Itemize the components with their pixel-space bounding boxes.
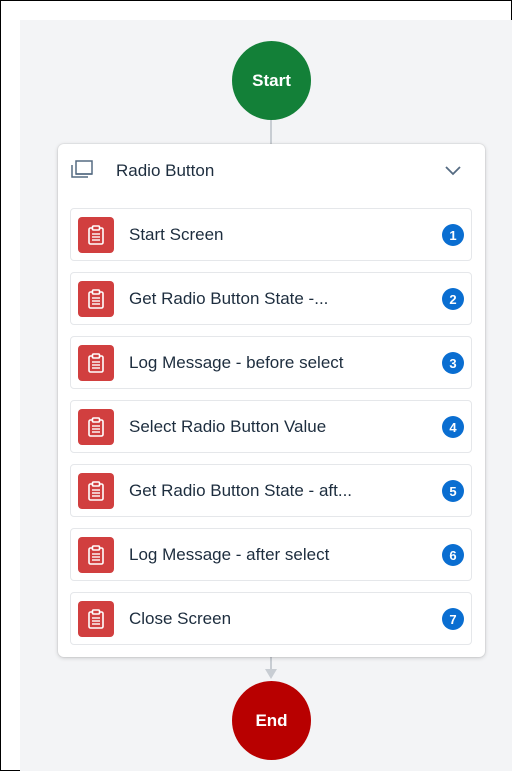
flow-step-2[interactable]: Get Radio Button State -... 2 [70, 272, 472, 325]
clipboard-icon [78, 601, 114, 637]
step-number-badge: 6 [442, 544, 464, 566]
step-label: Close Screen [129, 609, 232, 628]
step-number-badge: 5 [442, 480, 464, 502]
clipboard-icon [78, 345, 114, 381]
clipboard-icon [78, 281, 114, 317]
end-node[interactable]: End [232, 681, 311, 760]
step-number-badge: 4 [442, 416, 464, 438]
step-label: Start Screen [129, 225, 224, 244]
start-node-label: Start [252, 70, 291, 90]
flow-step-4[interactable]: Select Radio Button Value 4 [70, 400, 472, 453]
connector-start [270, 119, 272, 146]
group-header[interactable]: Radio Button [58, 144, 485, 200]
connector-arrowhead [265, 669, 277, 679]
flow-step-7[interactable]: Close Screen 7 [70, 592, 472, 645]
step-label: Get Radio Button State -... [129, 289, 329, 308]
step-label: Select Radio Button Value [129, 417, 327, 436]
step-label: Get Radio Button State - aft... [129, 481, 353, 500]
clipboard-icon [78, 217, 114, 253]
clipboard-icon [78, 473, 114, 509]
end-node-label: End [255, 710, 288, 730]
chevron-down-icon[interactable] [444, 165, 462, 177]
flow-step-3[interactable]: Log Message - before select 3 [70, 336, 472, 389]
step-number-badge: 7 [442, 608, 464, 630]
flow-step-5[interactable]: Get Radio Button State - aft... 5 [70, 464, 472, 517]
flow-step-6[interactable]: Log Message - after select 6 [70, 528, 472, 581]
start-node[interactable]: Start [232, 41, 311, 120]
step-number-badge: 3 [442, 352, 464, 374]
clipboard-icon [78, 409, 114, 445]
flow-step-1[interactable]: Start Screen 1 [70, 208, 472, 261]
clipboard-icon [78, 537, 114, 573]
step-number-badge: 2 [442, 288, 464, 310]
group-title: Radio Button [116, 161, 215, 180]
screenshot-frame: Start Radio Button Start Screen 1 Get Ra… [0, 0, 512, 771]
step-label: Log Message - before select [129, 353, 344, 372]
screen-group-icon [71, 160, 93, 178]
step-number-badge: 1 [442, 224, 464, 246]
radio-button-group[interactable]: Radio Button Start Screen 1 Get Radio Bu… [58, 144, 485, 657]
step-label: Log Message - after select [129, 545, 330, 564]
